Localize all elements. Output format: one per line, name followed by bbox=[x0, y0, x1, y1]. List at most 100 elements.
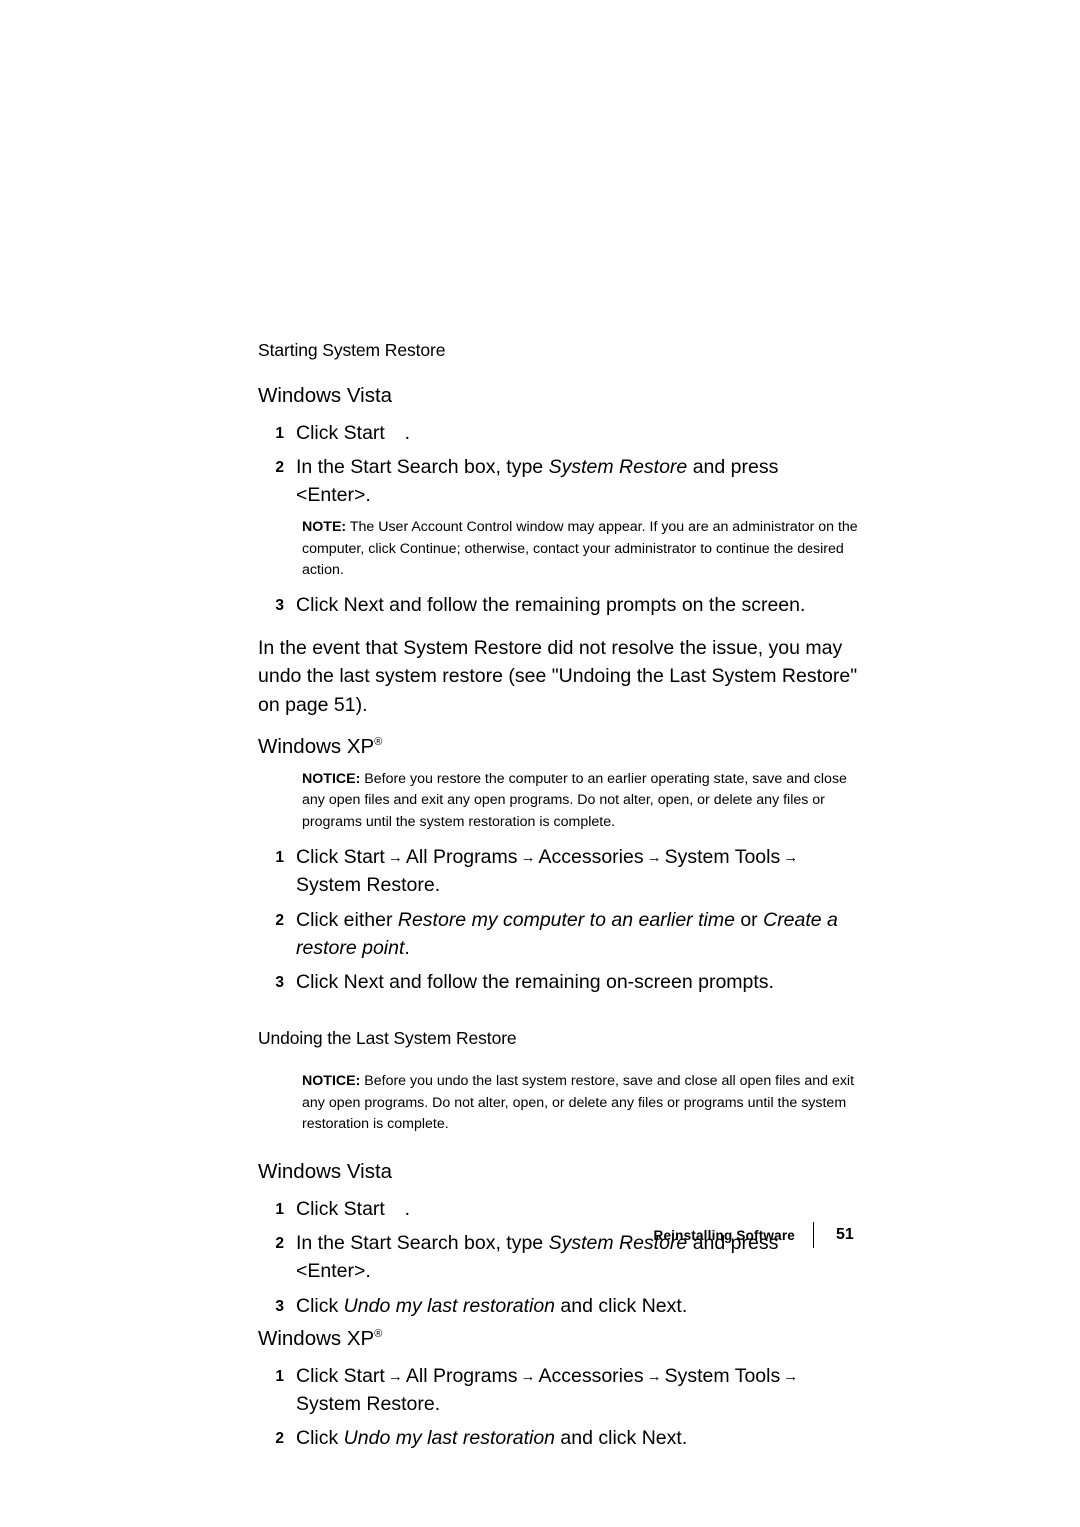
list-item: 1 Click Start → All Programs → Accessories → S… bbox=[258, 843, 858, 900]
button-next: Next bbox=[641, 1294, 682, 1317]
list-item: 2 Click Undo my last restoration and cli… bbox=[258, 1424, 858, 1452]
list-item: 1 Click Start → All Programs → Accessories → S… bbox=[258, 1362, 858, 1419]
step-number: 2 bbox=[275, 911, 284, 929]
heading-text: Windows Vista bbox=[258, 384, 393, 407]
option-undo-last-restoration: Undo my last restoration bbox=[343, 1427, 556, 1450]
chevron-right-icon: → bbox=[387, 849, 403, 867]
step-text: Click Start → All Programs → Accessories → Sys… bbox=[296, 843, 858, 900]
heading-windows-vista-1: Windows Vista bbox=[258, 383, 858, 409]
menu-start: Click Start bbox=[296, 846, 385, 869]
page-content: Starting System Restore Windows Vista 1 … bbox=[258, 340, 858, 1458]
menu-system-restore: System Restore bbox=[296, 1392, 435, 1415]
step-text-pre: Click bbox=[296, 1294, 344, 1317]
heading-text: Windows Vista bbox=[258, 1160, 393, 1184]
step-text-pre: Click Start bbox=[296, 421, 391, 444]
list-item: 3 Click Undo my last restoration and cli… bbox=[258, 1292, 858, 1320]
list-item: 2 In the Start Search box, type System R… bbox=[258, 453, 858, 510]
registered-mark: ® bbox=[374, 735, 383, 748]
menu-accessories: Accessories bbox=[538, 1364, 644, 1387]
section-heading: Starting System Restore bbox=[258, 340, 446, 360]
notice-text: Before you restore the computer to an ea… bbox=[302, 771, 847, 830]
xp1-step-list: 1 Click Start → All Programs → Accessories → S… bbox=[258, 843, 858, 996]
vista2-step-list: 1 Click Start . 2 In the Start Search bo… bbox=[258, 1195, 858, 1320]
step-number: 1 bbox=[275, 849, 284, 867]
step-text-mid: or bbox=[734, 908, 764, 931]
chevron-right-icon: → bbox=[646, 849, 662, 867]
step-number: 1 bbox=[275, 1367, 284, 1385]
footer-inner: Reinstalling Software 51 bbox=[654, 1222, 858, 1248]
button-next: Next bbox=[641, 1427, 682, 1450]
vista1-step-list: 1 Click Start . 2 In the Start Search bo… bbox=[258, 419, 858, 510]
note-text-a: The User Account Control bbox=[346, 519, 513, 536]
step-text: Click Next and follow the remaining prom… bbox=[296, 594, 806, 617]
menu-system-tools: System Tools bbox=[664, 1364, 781, 1387]
chevron-right-icon: → bbox=[520, 1367, 536, 1385]
menu-start: Click Start bbox=[296, 1364, 385, 1387]
step-text: Click Undo my last restoration and click… bbox=[296, 1424, 858, 1452]
note-block-uac: NOTE: The User Account Control window ma… bbox=[302, 517, 862, 581]
undo-paragraph: In the event that System Restore did not… bbox=[258, 634, 858, 720]
menu-accessories: Accessories bbox=[538, 846, 644, 869]
step-number: 3 bbox=[275, 597, 284, 615]
list-item: 2 Click either Restore my computer to an… bbox=[258, 906, 858, 963]
step-text-post: . bbox=[681, 1427, 688, 1450]
notice-block-undo: NOTICE: Before you undo the last system … bbox=[302, 1071, 862, 1135]
step-number: 1 bbox=[275, 424, 284, 442]
chevron-right-icon: → bbox=[387, 1367, 403, 1385]
list-item: 1 Click Start . bbox=[258, 419, 858, 447]
step-text: Click Start . bbox=[296, 1195, 858, 1223]
footer-divider bbox=[813, 1222, 814, 1248]
list-item: 3 Click Next and follow the remaining pr… bbox=[258, 591, 858, 619]
step-text-emphasis: System Restore bbox=[548, 455, 688, 478]
step-text: Click Next and follow the remaining on-s… bbox=[296, 971, 774, 994]
chevron-right-icon: → bbox=[520, 849, 536, 867]
step-text-post: . bbox=[434, 1392, 441, 1415]
registered-mark: ® bbox=[374, 1328, 383, 1341]
menu-system-restore: System Restore bbox=[296, 874, 435, 897]
step-text-post: . bbox=[404, 421, 411, 444]
step-text: Click Start . bbox=[296, 419, 858, 447]
vista1-step-list-cont: 3 Click Next and follow the remaining pr… bbox=[258, 591, 858, 619]
step-text-pre: In the Start Search box, type bbox=[296, 455, 549, 478]
heading-windows-xp-2: Windows XP® bbox=[258, 1326, 858, 1352]
step-text-pre: Click either bbox=[296, 908, 398, 931]
menu-all-programs: All Programs bbox=[405, 846, 518, 869]
step-text-pre: Click bbox=[296, 1427, 344, 1450]
option-restore-earlier-time: Restore my computer to an earlier time bbox=[397, 908, 735, 931]
page-footer: Reinstalling Software 51 bbox=[258, 1222, 858, 1250]
step-number: 3 bbox=[275, 1297, 284, 1315]
step-text-post: . bbox=[681, 1294, 688, 1317]
step-text-post: . bbox=[404, 1197, 411, 1220]
step-text-mid: and click bbox=[555, 1294, 642, 1317]
menu-system-tools: System Tools bbox=[664, 846, 781, 869]
heading-text: Windows XP bbox=[258, 1326, 375, 1350]
step-text: Click either Restore my computer to an e… bbox=[296, 906, 858, 963]
step-text-mid: and click bbox=[555, 1427, 642, 1450]
subsection-heading-undoing: Undoing the Last System Restore bbox=[258, 1028, 517, 1049]
notice-keyword: NOTICE: bbox=[302, 1073, 361, 1090]
chevron-right-icon: → bbox=[783, 1367, 799, 1385]
footer-chapter-label: Reinstalling Software bbox=[653, 1227, 795, 1243]
step-text: In the Start Search box, type System Res… bbox=[296, 453, 858, 510]
start-button-icon bbox=[390, 1199, 404, 1221]
footer-page-number: 51 bbox=[836, 1226, 854, 1243]
start-button-icon bbox=[390, 423, 404, 445]
notice-block-restore: NOTICE: Before you restore the computer … bbox=[302, 769, 862, 833]
step-number: 2 bbox=[275, 458, 284, 476]
document-page: Starting System Restore Windows Vista 1 … bbox=[0, 0, 1080, 1527]
note-keyword: NOTE: bbox=[302, 519, 347, 536]
option-undo-last-restoration: Undo my last restoration bbox=[343, 1294, 556, 1317]
chevron-right-icon: → bbox=[646, 1367, 662, 1385]
notice-text: Before you undo the last system restore,… bbox=[302, 1073, 855, 1132]
step-text: Click Undo my last restoration and click… bbox=[296, 1292, 858, 1320]
step-text: Click Start → All Programs → Accessories → Sys… bbox=[296, 1362, 858, 1419]
list-item: 1 Click Start . bbox=[258, 1195, 858, 1223]
chevron-right-icon: → bbox=[783, 849, 799, 867]
step-text-pre: Click Start bbox=[296, 1197, 391, 1220]
xp2-step-list: 1 Click Start → All Programs → Accessories → S… bbox=[258, 1362, 858, 1453]
step-number: 3 bbox=[275, 974, 284, 992]
menu-all-programs: All Programs bbox=[405, 1364, 518, 1387]
heading-text: Windows XP bbox=[258, 734, 375, 758]
notice-keyword: NOTICE: bbox=[302, 771, 361, 788]
heading-windows-vista-2: Windows Vista bbox=[258, 1159, 858, 1185]
